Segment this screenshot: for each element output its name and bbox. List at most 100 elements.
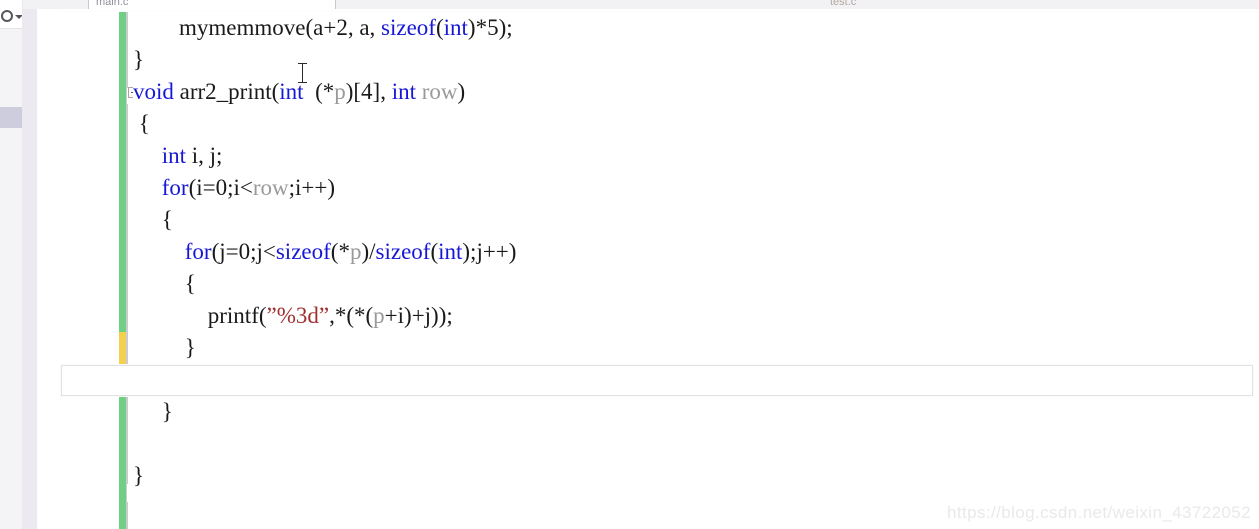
code-line[interactable]: mymemmove(a+2, a, sizeof(int)*5);	[133, 12, 1259, 44]
code-line[interactable]: ()	[133, 524, 1259, 529]
code-token-identifier: p	[334, 79, 346, 104]
change-marker-saved	[119, 204, 126, 236]
code-line[interactable]: printf(”%3d”,*(*(p+i)+j));	[133, 300, 1259, 332]
change-marker-saved	[119, 268, 126, 300]
code-token-plain: (	[435, 15, 444, 40]
code-token-plain: arr2_print(	[173, 79, 280, 104]
indent-guide	[127, 12, 128, 88]
code-token-keyword: for	[184, 239, 212, 264]
code-line-text[interactable]: ()	[133, 524, 183, 529]
mouse-ibeam-cursor	[298, 63, 307, 83]
code-token-keyword: sizeof	[381, 15, 436, 40]
code-text-area[interactable]: mymemmove(a+2, a, sizeof(int)*5);} void a…	[133, 12, 1259, 529]
code-token-plain: {	[133, 207, 173, 232]
change-marker-unsaved	[119, 332, 126, 364]
change-marker-saved	[119, 44, 126, 76]
code-token-keyword: void	[133, 79, 174, 104]
left-toolbar	[0, 0, 23, 29]
code-token-keyword: int	[161, 143, 187, 168]
code-line[interactable]: {	[133, 108, 1259, 140]
code-token-plain: }	[133, 335, 196, 360]
code-token-plain: (i=0;i<	[188, 175, 253, 200]
line-number-gutter: 1821831841851861871881891901911921931941…	[61, 12, 1243, 529]
code-token-plain: (*	[303, 79, 335, 104]
code-token-plain: )	[457, 79, 466, 104]
change-marker-saved	[119, 172, 126, 204]
code-token-plain: i, j;	[186, 143, 223, 168]
code-token-plain: {	[133, 111, 150, 136]
code-token-identifier: row	[252, 175, 289, 200]
code-line-text[interactable]: mymemmove(a+2, a, sizeof(int)*5);	[133, 12, 513, 44]
code-token-identifier: p	[349, 239, 362, 264]
code-line-text[interactable]: for(j=0;j<sizeof(*p)/sizeof(int);j++)	[133, 236, 517, 268]
code-token-plain: }	[133, 463, 145, 488]
change-marker-saved	[119, 108, 126, 140]
current-line-highlight	[61, 365, 1253, 396]
code-token-plain: (	[430, 239, 439, 264]
change-marker-saved	[119, 236, 126, 268]
code-token-plain: (*	[330, 239, 350, 264]
code-line[interactable]: }	[133, 396, 1259, 428]
code-line[interactable]	[133, 428, 1259, 460]
code-line[interactable]: {	[133, 268, 1259, 300]
code-line-text[interactable]: for(i=0;i<row;i++)	[133, 172, 335, 204]
change-marker-saved	[119, 524, 126, 529]
change-marker-saved	[119, 460, 126, 492]
change-marker-saved	[119, 492, 126, 524]
code-token-plain: );j++)	[462, 239, 517, 264]
circle-dropdown-icon[interactable]	[1, 10, 13, 22]
code-token-string: ”%3d”	[266, 303, 330, 328]
tab-inactive-label[interactable]: test.c	[830, 0, 856, 8]
code-token-plain: mymemmove(a+2, a,	[133, 15, 382, 40]
code-token-plain: printf(	[133, 303, 267, 328]
code-line[interactable]: for(i=0;i<row;i++)	[133, 172, 1259, 204]
tab-active-label: main.c	[96, 0, 129, 8]
code-line-text[interactable]: }	[133, 44, 144, 76]
code-token-keyword: int	[438, 239, 463, 264]
code-token-plain: }	[133, 399, 173, 424]
code-line-text[interactable]: {	[133, 108, 150, 140]
code-line[interactable]: }	[133, 332, 1259, 364]
code-token-keyword: for	[161, 175, 189, 200]
code-line-text[interactable]: }	[133, 460, 144, 492]
code-line-text[interactable]: }	[133, 332, 196, 364]
left-panel-selected-item[interactable]	[0, 107, 22, 128]
change-marker-saved	[119, 76, 126, 108]
code-token-identifier: p	[373, 303, 385, 328]
code-token-keyword: sizeof	[375, 239, 431, 264]
panel-splitter[interactable]	[23, 9, 37, 529]
change-marker-saved	[119, 300, 126, 332]
code-token-plain: )*5);	[467, 15, 513, 40]
code-editor[interactable]: 1821831841851861871881891901911921931941…	[61, 12, 1259, 529]
code-token-plain: +i)+j));	[384, 303, 453, 328]
code-line[interactable]: }	[133, 460, 1259, 492]
code-line[interactable]: int i, j;	[133, 140, 1259, 172]
indent-guide	[127, 502, 128, 529]
change-marker-saved	[119, 12, 126, 44]
editor-left-margin	[37, 9, 61, 529]
code-token-keyword: sizeof	[275, 239, 331, 264]
code-line-text[interactable]: {	[133, 204, 173, 236]
code-token-plain: {	[133, 271, 196, 296]
code-token-plain: )[4],	[345, 79, 392, 104]
change-marker-bar	[119, 12, 126, 529]
code-line[interactable]: {	[133, 204, 1259, 236]
code-token-plain: }	[133, 47, 145, 72]
code-line-text[interactable]: {	[133, 268, 196, 300]
change-marker-saved	[119, 396, 126, 428]
code-line-text[interactable]: int i, j;	[133, 140, 223, 172]
change-marker-saved	[119, 428, 126, 460]
code-token-plain: )/	[361, 239, 376, 264]
code-token-keyword: int	[391, 79, 416, 104]
code-line[interactable]: for(j=0;j<sizeof(*p)/sizeof(int);j++)	[133, 236, 1259, 268]
left-side-panel[interactable]	[0, 29, 23, 529]
code-line-text[interactable]: }	[133, 396, 173, 428]
indent-guide	[127, 104, 128, 484]
code-token-plain: ;i++)	[288, 175, 336, 200]
editor-window: main.c test.c 18218318418518618718818919…	[0, 0, 1259, 529]
code-line-text[interactable]: printf(”%3d”,*(*(p+i)+j));	[133, 300, 453, 332]
code-token-plain: (j=0;j<	[211, 239, 276, 264]
code-token-keyword: int	[443, 15, 468, 40]
